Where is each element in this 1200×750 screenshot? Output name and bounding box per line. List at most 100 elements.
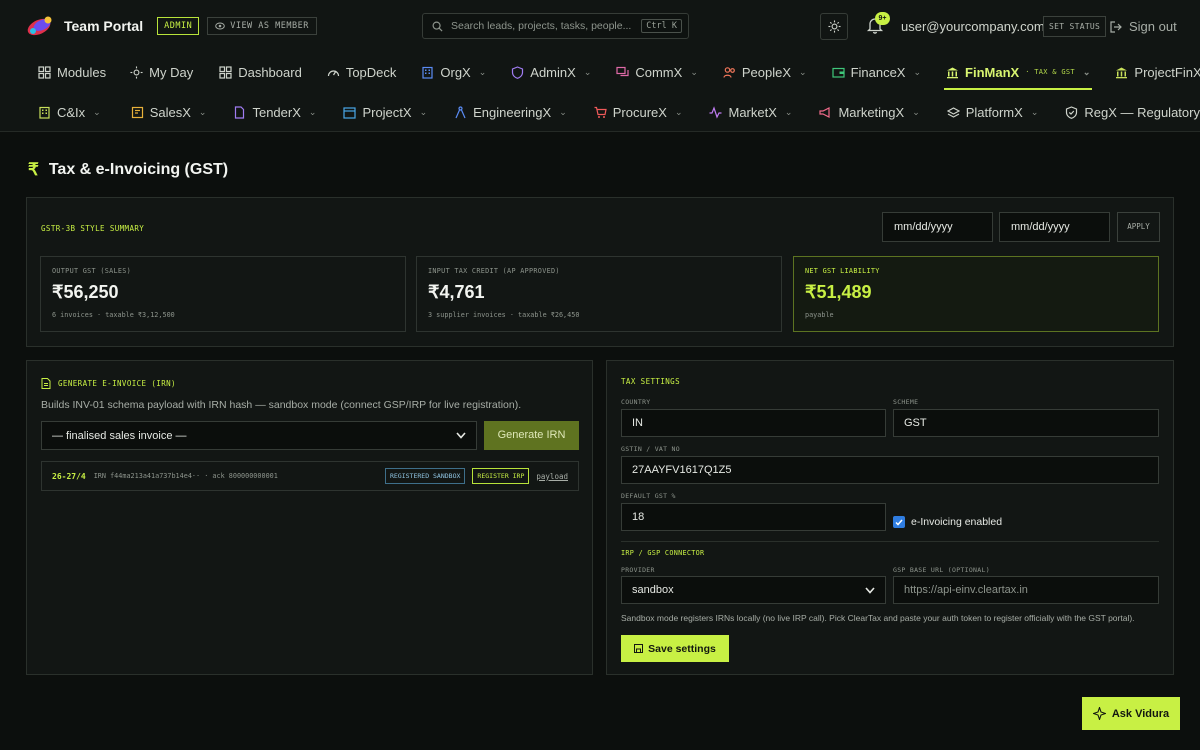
card-sub: 6 invoices · taxable ₹3,12,500: [52, 311, 175, 319]
nav-item-modules[interactable]: Modules: [38, 65, 106, 80]
nav-item-label: ProjectFinX: [1134, 64, 1200, 80]
provider-label: PROVIDER: [621, 566, 655, 574]
sparkle-icon: [1092, 707, 1106, 720]
pulse-icon: [709, 105, 722, 119]
nav-item-marketx[interactable]: MarketX ⌄: [709, 105, 792, 120]
einvoicing-toggle[interactable]: e-Invoicing enabled: [893, 516, 1002, 528]
status-badge: REGISTERED SANDBOX: [384, 468, 466, 484]
from-date-input[interactable]: mm/dd/yyyy: [882, 212, 993, 242]
card-label: NET GST LIABILITY: [805, 267, 880, 275]
nav-item-label: PeopleX: [741, 64, 792, 80]
chevron-down-icon: ⌄: [784, 106, 793, 117]
nav-item-platformx[interactable]: PlatformX ⌄: [946, 104, 1038, 120]
view-as-member-button[interactable]: VIEW AS MEMBER: [207, 17, 317, 35]
notification-count-badge: 9+: [875, 12, 890, 25]
nav-item-label: RegX — Regulatory: [1084, 104, 1200, 120]
nav-item-label: FinanceX: [850, 64, 906, 80]
nav-item-label: TopDeck: [345, 64, 397, 80]
chevron-down-icon: ⌄: [1082, 66, 1091, 77]
brand[interactable]: Team Portal ADMIN VIEW AS MEMBER: [26, 15, 317, 37]
user-email[interactable]: user@yourcompany.com: [901, 19, 1045, 34]
rupee-icon: ₹: [28, 160, 39, 179]
search-shortcut: Ctrl K: [641, 19, 682, 33]
register-irp-button[interactable]: REGISTER IRP: [472, 468, 530, 484]
apply-button[interactable]: APPLY: [1117, 212, 1160, 242]
nav-item-finmanx[interactable]: FinManX · TAX & GST ⌄: [944, 65, 1093, 90]
nav-item-topdeck[interactable]: TopDeck: [327, 64, 397, 80]
gsp-url-input[interactable]: https://api-einv.cleartax.in: [893, 576, 1159, 604]
nav-item-projectx[interactable]: ProjectX ⌄: [343, 105, 427, 120]
to-date-input[interactable]: mm/dd/yyyy: [999, 212, 1110, 242]
nav-item-engineeringx[interactable]: EngineeringX ⌄: [454, 105, 567, 120]
chevron-down-icon: [456, 432, 466, 439]
nav-item-marketingx[interactable]: MarketingX ⌄: [819, 105, 920, 120]
card-amount: ₹4,761: [428, 282, 485, 302]
nav-item-label: AdminX: [530, 64, 576, 80]
nav-item-label: SalesX: [149, 104, 191, 120]
card-label: INPUT TAX CREDIT (AP APPROVED): [428, 267, 560, 275]
generate-irn-button[interactable]: Generate IRN: [484, 421, 579, 450]
provider-select[interactable]: sandbox: [621, 576, 886, 604]
nav-item-projectfinx[interactable]: ProjectFinX ⌄: [1115, 65, 1200, 80]
nav-item-regx[interactable]: RegX — Regulatory: [1065, 105, 1200, 120]
admin-badge: ADMIN: [157, 17, 200, 35]
nav-item-procurex[interactable]: ProcureX ⌄: [594, 105, 683, 120]
checkbox-checked[interactable]: [893, 516, 905, 528]
connector-heading: IRP / GSP CONNECTOR: [621, 549, 705, 557]
eye-icon: [215, 22, 226, 30]
save-settings-button[interactable]: Save settings: [621, 635, 729, 662]
default-gst-input[interactable]: 18: [621, 503, 886, 531]
ask-assistant-button[interactable]: Ask Vidura: [1082, 697, 1180, 730]
default-gst-label: DEFAULT GST %: [621, 492, 676, 500]
sun-icon: [827, 20, 841, 33]
secondary-module-nav: C&Ix ⌄ SalesX ⌄ TenderX ⌄ ProjectX ⌄ Eng…: [38, 102, 1200, 122]
scheme-input[interactable]: GST: [893, 409, 1159, 437]
card-amount: ₹51,489: [805, 282, 872, 302]
net-gst-liability-card: NET GST LIABILITY ₹51,489 payable: [793, 256, 1159, 332]
nav-item-label: PlatformX: [965, 104, 1023, 120]
nav-item-label: OrgX: [440, 64, 471, 80]
country-input[interactable]: IN: [621, 409, 886, 437]
card-label: OUTPUT GST (SALES): [52, 267, 132, 275]
irn-meta: IRN f44ma213a41a737b14e4·· · ack 8000000…: [93, 472, 278, 480]
nav-item-salesx[interactable]: SalesX ⌄: [131, 104, 206, 120]
building-icon: [39, 106, 50, 119]
chevron-down-icon: ⌄: [799, 66, 807, 77]
sign-out-button[interactable]: Sign out: [1110, 19, 1177, 34]
nav-item-orgx[interactable]: OrgX ⌄: [421, 65, 486, 80]
shield-icon: [512, 65, 524, 79]
chevron-down-icon: ⌄: [308, 106, 317, 117]
nav-item-label: CommX: [635, 64, 683, 80]
irn-heading: GENERATE E-INVOICE (IRN): [41, 378, 176, 389]
nav-item-my-day[interactable]: My Day: [130, 65, 193, 80]
tag-icon: [131, 106, 143, 118]
nav-item-dashboard[interactable]: Dashboard: [219, 65, 302, 80]
nav-item-adminx[interactable]: AdminX ⌄: [511, 65, 591, 80]
brand-logo-icon: [27, 16, 52, 36]
theme-toggle-button[interactable]: [820, 13, 848, 40]
nav-item-commx[interactable]: CommX ⌄: [616, 65, 698, 80]
gstin-input[interactable]: 27AAYFV1617Q1Z5: [621, 456, 1159, 484]
divider: [621, 541, 1159, 542]
payload-link[interactable]: payload: [536, 472, 568, 481]
primary-module-nav: Modules My Day Dashboard TopDeck OrgX ⌄ …: [38, 62, 1200, 90]
calendar-icon: [343, 106, 357, 119]
sandbox-help-text: Sandbox mode registers IRNs locally (no …: [621, 613, 1135, 623]
nav-item-tenderx[interactable]: TenderX ⌄: [233, 105, 316, 120]
page-title-text: Tax & e-Invoicing (GST): [48, 161, 229, 178]
nav-item-financex[interactable]: FinanceX ⌄: [831, 64, 921, 80]
chevron-down-icon: ⌄: [674, 106, 683, 117]
settings-heading: TAX SETTINGS: [621, 377, 680, 386]
sun-icon: [130, 65, 143, 79]
save-icon: [634, 644, 644, 653]
check-icon: [895, 519, 903, 526]
gst-summary-panel: GSTR-3B STYLE SUMMARY mm/dd/yyyy mm/dd/y…: [26, 197, 1174, 347]
nav-item-cix[interactable]: C&Ix ⌄: [38, 105, 101, 120]
nav-item-peoplex[interactable]: PeopleX ⌄: [723, 65, 807, 80]
search-input[interactable]: Search leads, projects, tasks, people...…: [422, 13, 689, 39]
card-sub: payable: [805, 311, 834, 319]
ask-assistant-label: Ask Vidura: [1111, 707, 1170, 720]
set-status-button[interactable]: SET STATUS: [1043, 16, 1107, 37]
chevron-down-icon: ⌄: [559, 106, 567, 117]
sales-invoice-select[interactable]: — finalised sales invoice —: [41, 421, 477, 450]
